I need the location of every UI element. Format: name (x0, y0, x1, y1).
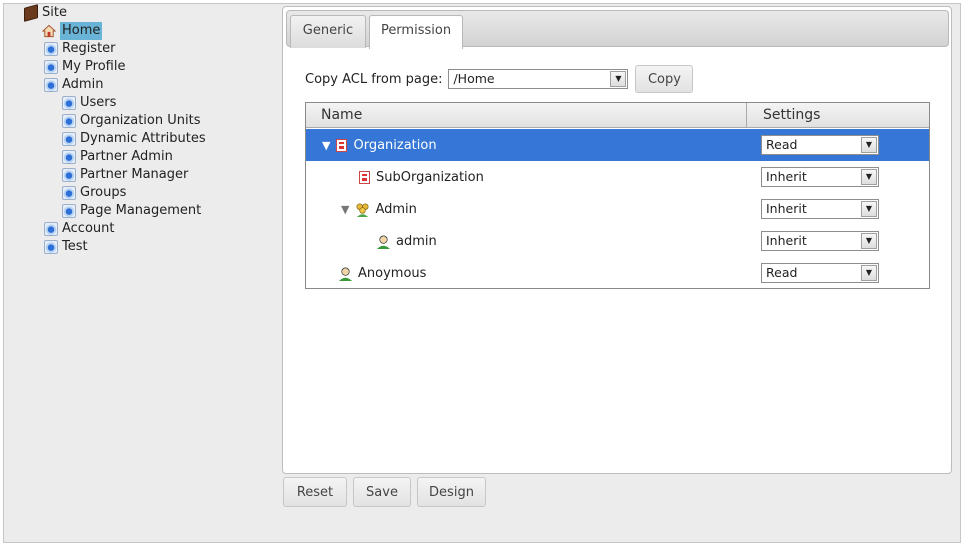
tree-item-label: Admin (62, 77, 104, 92)
permission-grid: Name Settings ▼ Organization Read ▼ SubO… (305, 102, 930, 289)
tree-item-label: Register (62, 41, 116, 56)
page-icon (62, 150, 76, 164)
row-name-cell: ▼ Organization (322, 129, 437, 161)
row-label: SubOrganization (376, 169, 484, 185)
row-name-cell: Anoymous (338, 257, 426, 289)
copy-acl-value: /Home (453, 71, 495, 86)
tree-item-dynamic-attributes[interactable]: Dynamic Attributes (62, 130, 206, 148)
page-icon (62, 168, 76, 182)
collapse-triangle-icon[interactable]: ▼ (322, 139, 330, 152)
chevron-down-icon[interactable]: ▼ (861, 201, 877, 217)
grid-row-admin-group[interactable]: ▼ Admin Inherit ▼ (306, 193, 929, 225)
settings-select[interactable]: Read ▼ (761, 263, 879, 283)
tree-item-label: Account (62, 221, 115, 236)
column-header-settings[interactable]: Settings (763, 103, 820, 127)
tree-item-label: Dynamic Attributes (80, 131, 206, 146)
tab-bar: Generic Permission (286, 10, 949, 49)
grid-header: Name Settings (306, 103, 929, 128)
settings-value: Inherit (766, 233, 807, 248)
user-icon (376, 235, 391, 249)
tree-item-groups[interactable]: Groups (62, 184, 126, 202)
chevron-down-icon[interactable]: ▼ (861, 265, 877, 281)
grid-row-admin-user[interactable]: admin Inherit ▼ (306, 225, 929, 257)
settings-value: Inherit (766, 201, 807, 216)
tree-item-register[interactable]: Register (44, 40, 116, 58)
settings-select[interactable]: Read ▼ (761, 135, 879, 155)
action-buttons: Reset Save Design (283, 477, 486, 507)
row-name-cell: SubOrganization (359, 161, 484, 193)
group-icon (356, 203, 369, 217)
tree-item-label: Users (80, 95, 117, 110)
row-label: Anoymous (358, 265, 427, 281)
tree-item-label: My Profile (62, 59, 126, 74)
tree-item-label: Page Management (80, 203, 202, 218)
row-label: admin (396, 233, 437, 249)
column-header-name[interactable]: Name (321, 103, 362, 127)
column-divider[interactable] (746, 103, 747, 127)
tree-item-partner-manager[interactable]: Partner Manager (62, 166, 188, 184)
tree-item-test[interactable]: Test (44, 238, 88, 256)
collapse-triangle-icon[interactable]: ▼ (341, 203, 349, 216)
settings-value: Read (766, 265, 798, 280)
tree-item-label: Partner Admin (80, 149, 173, 164)
reset-button[interactable]: Reset (283, 477, 347, 507)
tree-item-admin[interactable]: Admin (44, 76, 103, 94)
user-icon (338, 267, 353, 281)
grid-row-suborganization[interactable]: SubOrganization Inherit ▼ (306, 161, 929, 193)
settings-select[interactable]: Inherit ▼ (761, 199, 879, 219)
design-button[interactable]: Design (417, 477, 486, 507)
tree-item-home[interactable]: Home (42, 22, 103, 40)
page-icon (62, 204, 76, 218)
settings-select[interactable]: Inherit ▼ (761, 167, 879, 187)
tree-item-organization-units[interactable]: Organization Units (62, 112, 200, 130)
copy-acl-label: Copy ACL from page: (305, 71, 443, 87)
tree-item-my-profile[interactable]: My Profile (44, 58, 125, 76)
grid-row-anonymous[interactable]: Anoymous Read ▼ (306, 257, 929, 289)
tree-item-page-management[interactable]: Page Management (62, 202, 201, 220)
chevron-down-icon[interactable]: ▼ (861, 233, 877, 249)
home-icon (42, 24, 56, 38)
page-icon (62, 114, 76, 128)
grid-row-organization[interactable]: ▼ Organization Read ▼ (306, 129, 929, 161)
tree-root-site[interactable]: Site (24, 4, 67, 22)
settings-value: Inherit (766, 169, 807, 184)
tree-item-partner-admin[interactable]: Partner Admin (62, 148, 173, 166)
copy-acl-row: Copy ACL from page: /Home ▼ Copy (305, 65, 694, 93)
tree-item-label: Partner Manager (80, 167, 189, 182)
tab-permission[interactable]: Permission (369, 15, 463, 49)
chevron-down-icon[interactable]: ▼ (610, 71, 627, 87)
row-name-cell: ▼ Admin (341, 193, 417, 225)
settings-value: Read (766, 137, 798, 152)
page-icon (44, 60, 58, 74)
page-icon (62, 96, 76, 110)
chevron-down-icon[interactable]: ▼ (861, 137, 877, 153)
app-window: Site Home Register My Profile Admin User… (3, 3, 961, 543)
organization-icon (336, 138, 348, 152)
tree-item-label: Test (62, 239, 88, 254)
save-button[interactable]: Save (353, 477, 411, 507)
copy-button[interactable]: Copy (635, 65, 694, 93)
page-icon (44, 222, 58, 236)
copy-acl-select[interactable]: /Home ▼ (448, 69, 629, 89)
tree-item-label: Home (60, 22, 103, 40)
tree-item-account[interactable]: Account (44, 220, 115, 238)
row-label: Organization (353, 137, 437, 153)
row-label: Admin (375, 201, 417, 217)
tab-generic[interactable]: Generic (290, 15, 366, 48)
tree-item-label: Groups (80, 185, 127, 200)
page-icon (44, 240, 58, 254)
page-icon (44, 78, 58, 92)
settings-select[interactable]: Inherit ▼ (761, 231, 879, 251)
page-icon (62, 132, 76, 146)
page-icon (62, 186, 76, 200)
properties-panel: Generic Permission Copy ACL from page: /… (282, 6, 952, 474)
row-name-cell: admin (376, 225, 437, 257)
tree-item-users[interactable]: Users (62, 94, 116, 112)
page-icon (44, 42, 58, 56)
tree-root-label: Site (42, 5, 67, 20)
tree-item-label: Organization Units (80, 113, 201, 128)
chevron-down-icon[interactable]: ▼ (861, 169, 877, 185)
organization-icon (359, 170, 370, 184)
book-icon (24, 4, 38, 22)
